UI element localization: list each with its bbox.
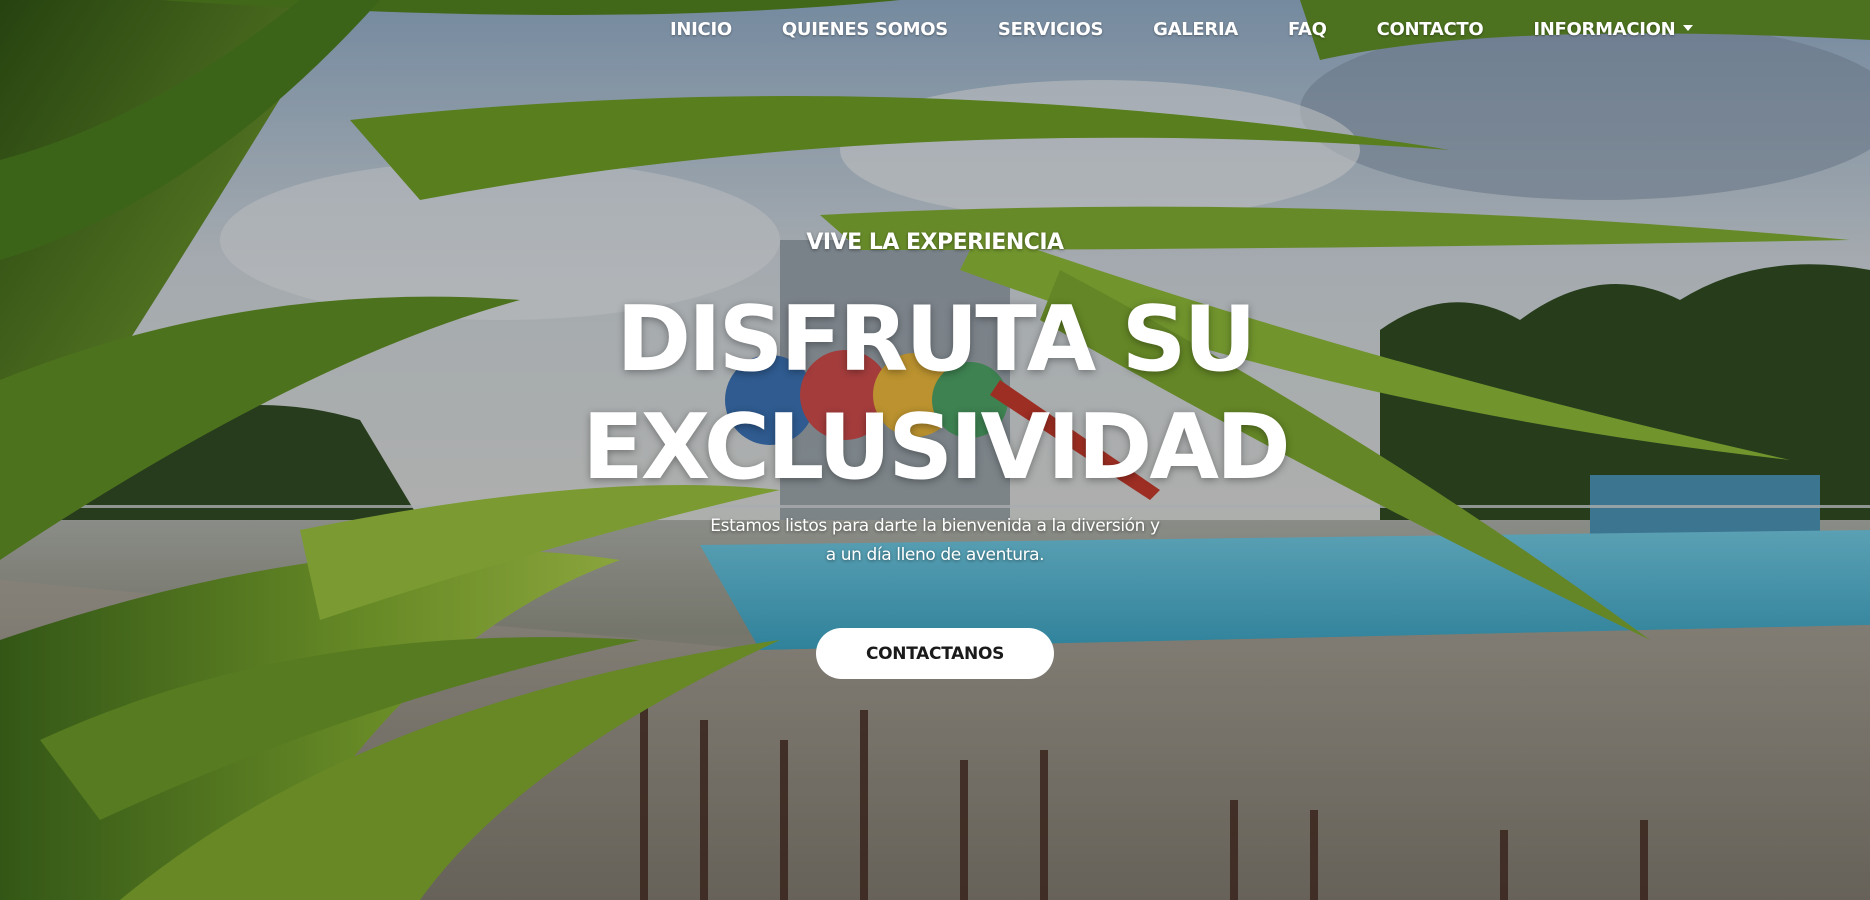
- hero-content: VIVE LA EXPERIENCIA DISFRUTA SU EXCLUSIV…: [0, 0, 1870, 900]
- contactanos-button[interactable]: CONTACTANOS: [816, 628, 1054, 679]
- hero-headline-line-2: EXCLUSIVIDAD: [582, 395, 1290, 500]
- hero-subtitle: Estamos listos para darte la bienvenida …: [685, 512, 1185, 570]
- hero-section: INICIO QUIENES SOMOS SERVICIOS GALERIA F…: [0, 0, 1870, 900]
- hero-subtitle-line-1: Estamos listos para darte la bienvenida …: [710, 516, 1160, 536]
- hero-kicker: VIVE LA EXPERIENCIA: [806, 230, 1064, 255]
- hero-headline-line-1: DISFRUTA SU: [616, 287, 1256, 392]
- hero-headline: DISFRUTA SU EXCLUSIVIDAD: [0, 286, 1870, 502]
- hero-subtitle-line-2: a un día lleno de aventura.: [825, 545, 1045, 565]
